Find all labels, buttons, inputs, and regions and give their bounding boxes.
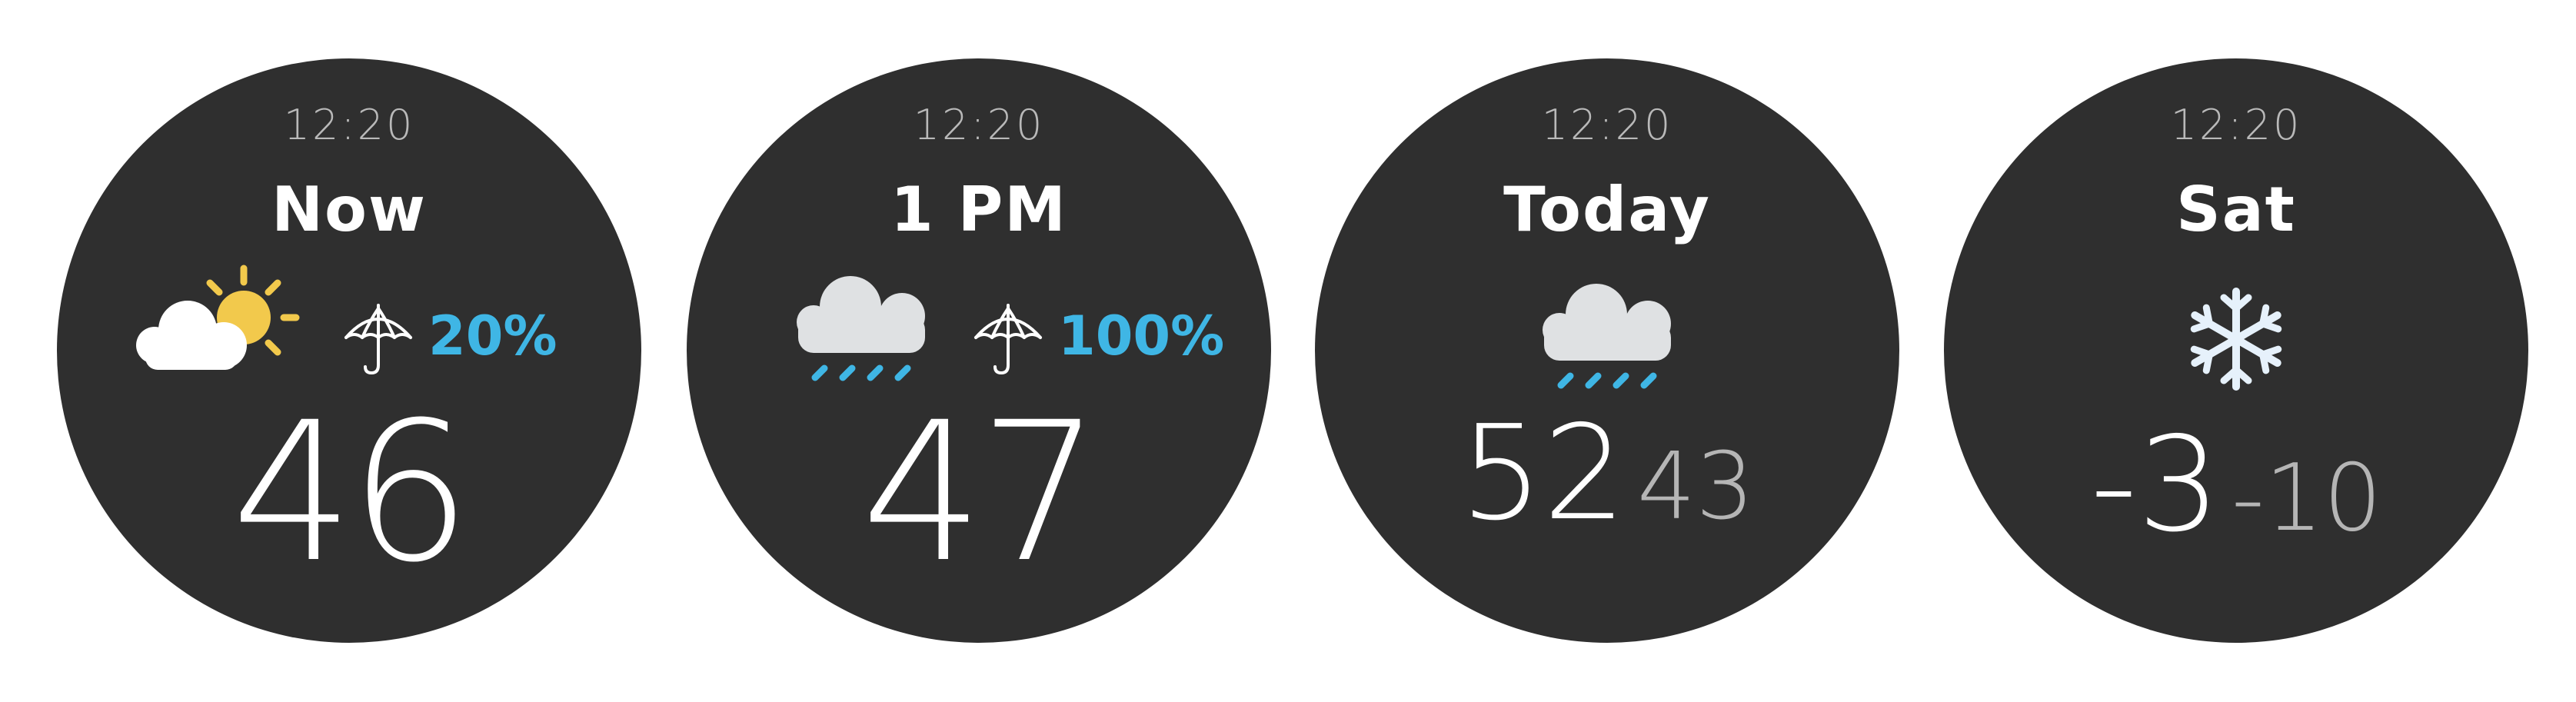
precip-chance: 20%	[428, 304, 557, 368]
rain-cloud-icon	[1543, 284, 1671, 389]
clock-time: 12:20	[1541, 101, 1673, 149]
clock-time: 12:20	[913, 101, 1045, 149]
watch-face-now[interactable]: 12:20 Now 20% 46	[57, 58, 641, 643]
current-temp: 46	[231, 381, 471, 604]
period-label: Now	[271, 174, 427, 245]
watch-face-sat[interactable]: 12:20 Sat -3 -10	[1944, 58, 2528, 643]
watch-face-1pm[interactable]: 12:20 1 PM 100% 47	[687, 58, 1271, 643]
clock-time: 12:20	[283, 101, 415, 149]
high-low-temps: 52 43	[1315, 408, 1899, 539]
rain-cloud-icon	[797, 276, 925, 381]
umbrella-icon	[344, 304, 412, 374]
partly-cloudy-icon	[136, 264, 300, 370]
snowflake-icon	[2178, 281, 2294, 397]
period-label: Sat	[2176, 174, 2296, 245]
high-temp: -3	[2090, 409, 2221, 561]
forecast-temp: 47	[860, 381, 1101, 604]
low-temp: -10	[2231, 445, 2382, 552]
period-label: 1 PM	[890, 174, 1067, 245]
precip-chance: 100%	[1058, 304, 1225, 368]
high-temp: 52	[1459, 398, 1626, 550]
watch-face-today[interactable]: 12:20 Today 52 43	[1315, 58, 1899, 643]
clock-time: 12:20	[2170, 101, 2302, 149]
high-low-temps: -3 -10	[1944, 420, 2528, 551]
low-temp: 43	[1636, 434, 1755, 541]
umbrella-icon	[974, 304, 1042, 374]
period-label: Today	[1503, 174, 1711, 245]
